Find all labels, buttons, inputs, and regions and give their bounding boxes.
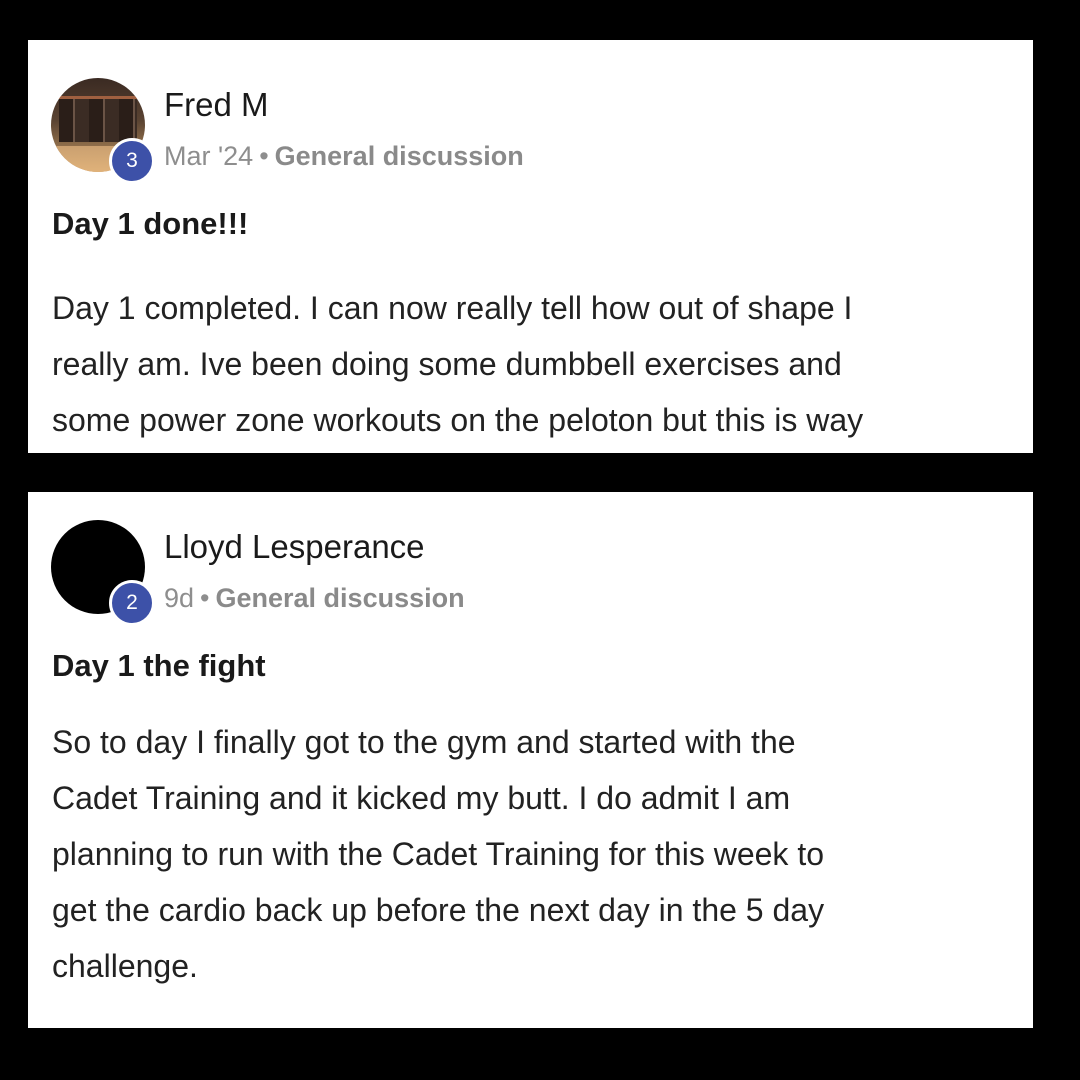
post-body-line: Cadet Training and it kicked my butt. I … [52, 780, 791, 816]
post-body-line: some power zone workouts on the peloton … [52, 402, 864, 438]
author-name[interactable]: Lloyd Lesperance [164, 528, 425, 566]
post-body-line: get the cardio back up before the next d… [52, 892, 825, 928]
post-time: Mar '24 [164, 141, 254, 171]
category-link[interactable]: General discussion [216, 583, 465, 613]
level-badge: 3 [109, 138, 155, 184]
author-name[interactable]: Fred M [164, 86, 269, 124]
post-body-line: So to day I finally got to the gym and s… [52, 724, 796, 760]
post-body-line: challenge. [52, 948, 198, 984]
post-title[interactable]: Day 1 the fight [52, 648, 266, 684]
post-card[interactable]: 2 Lloyd Lesperance 9d • General discussion… [28, 492, 1033, 1028]
avatar-photo-shelf [59, 96, 137, 142]
post-body-line: planning to run with the Cadet Training … [52, 836, 824, 872]
meta-separator: • [200, 583, 210, 613]
post-body-line: really am. Ive been doing some dumbbell … [52, 346, 842, 382]
post-title[interactable]: Day 1 done!!! [52, 206, 248, 242]
meta-separator: • [259, 141, 269, 171]
author-avatar-group[interactable]: 3 [51, 78, 155, 184]
post-meta: 9d • General discussion [164, 583, 465, 614]
category-link[interactable]: General discussion [275, 141, 524, 171]
post-body-line: Day 1 completed. I can now really tell h… [52, 290, 853, 326]
author-avatar-group[interactable]: 2 [51, 520, 155, 626]
post-body: So to day I finally got to the gym and s… [52, 714, 1013, 994]
post-body: Day 1 completed. I can now really tell h… [52, 280, 1013, 448]
post-meta: Mar '24 • General discussion [164, 141, 524, 172]
post-card[interactable]: 3 Fred M Mar '24 • General discussion Day … [28, 40, 1033, 453]
post-time: 9d [164, 583, 195, 613]
level-badge: 2 [109, 580, 155, 626]
